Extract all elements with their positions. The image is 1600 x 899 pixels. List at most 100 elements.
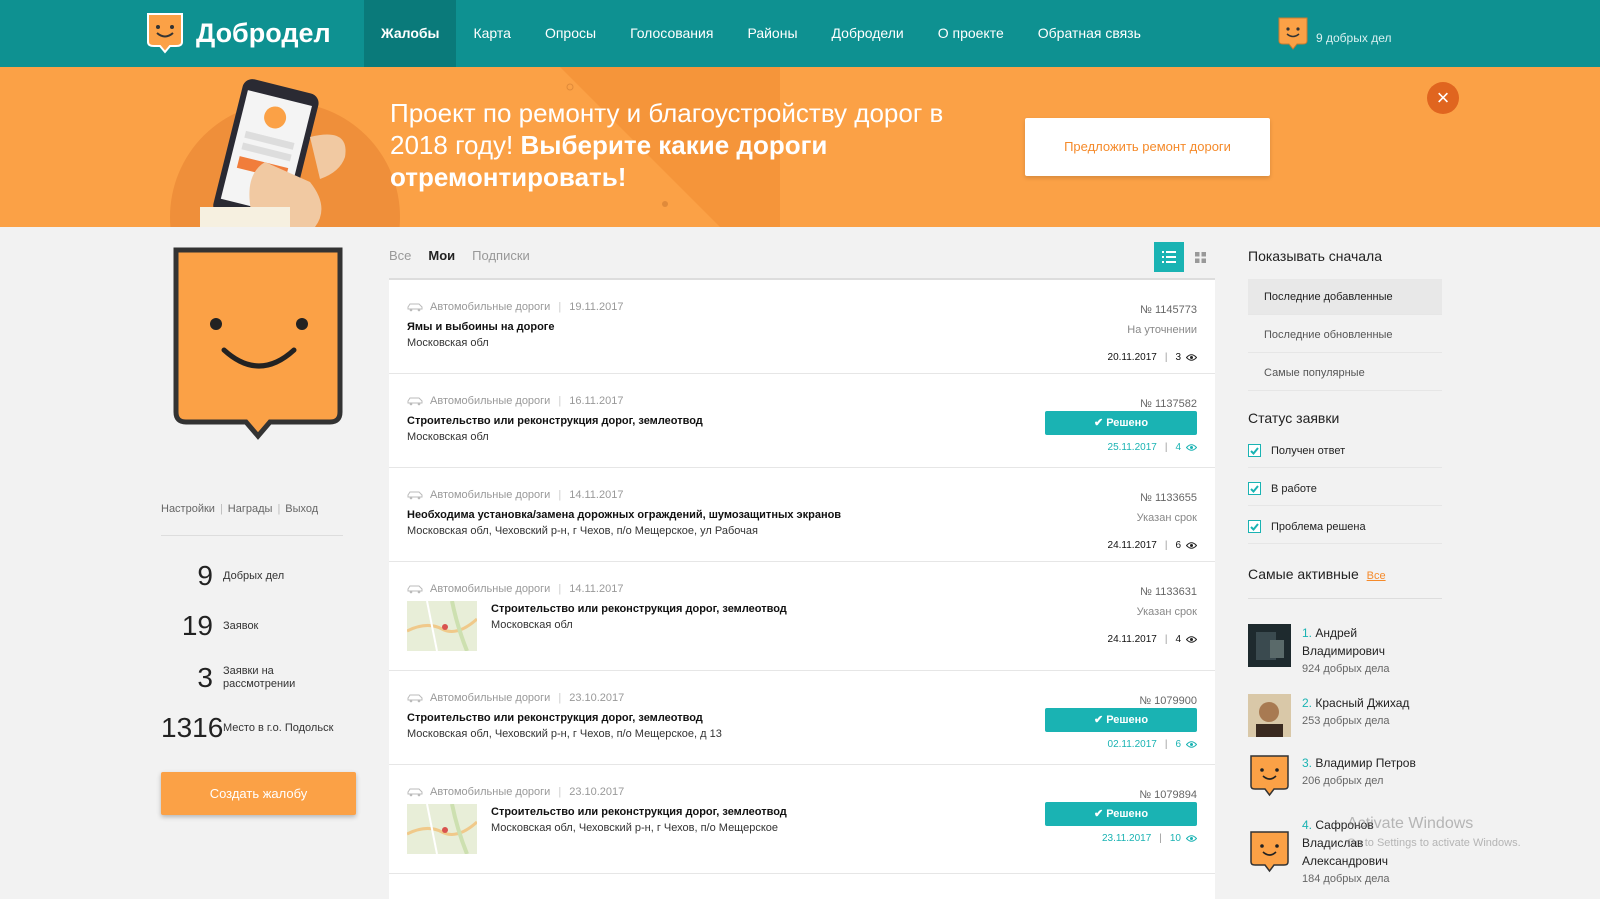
car-icon: [407, 397, 423, 405]
complaint-views: 4: [1175, 442, 1181, 453]
complaint-list: Автомобильные дороги | 19.11.2017 Ямы и выб…: [389, 280, 1215, 899]
complaint-address: Московская обл: [407, 337, 489, 349]
nav-dobrodely[interactable]: Добродели: [815, 0, 921, 67]
complaint-card[interactable]: Автомобильные дороги | 23.10.2017 Строитель…: [389, 671, 1215, 765]
create-complaint-button[interactable]: Создать жалобу: [161, 772, 356, 815]
complaint-card[interactable]: Автомобильные дороги | 14.11.2017 Строитель…: [389, 562, 1215, 671]
filter-in-progress[interactable]: В работе: [1248, 472, 1442, 506]
grid-view-button[interactable]: [1188, 242, 1212, 272]
settings-link[interactable]: Настройки: [161, 503, 215, 515]
stat-label: Заявок: [223, 619, 259, 632]
complaint-meta: 23.11.2017 | 10: [1102, 833, 1197, 844]
complaint-card[interactable]: Автомобильные дороги | 23.10.2017 Строитель…: [389, 765, 1215, 874]
nav-polls[interactable]: Опросы: [528, 0, 613, 67]
user-deeds-count: 924 добрых дела: [1302, 663, 1390, 675]
complaint-number: № 1079900: [1139, 695, 1197, 707]
complaint-category-row: Автомобильные дороги | 16.11.2017: [407, 395, 623, 407]
separator: |: [558, 692, 562, 704]
most-active-label: Самые активные: [1248, 566, 1359, 582]
complaint-card[interactable]: Автомобильные дороги | 16.11.2017 Строитель…: [389, 374, 1215, 468]
complaint-updated-date: 20.11.2017: [1107, 352, 1157, 363]
tab-subscriptions[interactable]: Подписки: [472, 248, 530, 263]
active-user[interactable]: 1. Андрей Владимирович 924 добрых дела: [1248, 624, 1432, 678]
most-active-all-link[interactable]: Все: [1367, 570, 1386, 582]
complaint-title[interactable]: Необходима установка/замена дорожных огр…: [407, 509, 841, 521]
complaint-card[interactable]: Автомобильные дороги | 14.11.2017 Необходим…: [389, 468, 1215, 562]
stat-number: 1316: [161, 712, 224, 743]
complaint-date: 16.11.2017: [569, 395, 624, 407]
top-header: Добродел Жалобы Карта Опросы Голосования…: [0, 0, 1600, 67]
complaint-title[interactable]: Строительство или реконструкция дорог, з…: [491, 806, 787, 818]
avatar: [1248, 624, 1291, 667]
tab-all[interactable]: Все: [389, 248, 411, 263]
status-badge-solved: ✔ Решено: [1045, 708, 1197, 732]
stat-number: 19: [181, 610, 213, 641]
car-icon: [407, 788, 423, 796]
separator: |: [558, 301, 562, 313]
checkbox-icon[interactable]: [1248, 520, 1261, 533]
sort-latest-updated[interactable]: Последние обновленные: [1248, 317, 1442, 353]
active-user[interactable]: 3. Владимир Петров 206 добрых дел: [1248, 754, 1416, 797]
complaint-card[interactable]: Автомобильные дороги | 19.11.2017 Ямы и выб…: [389, 280, 1215, 374]
separator: |: [1164, 739, 1168, 750]
eye-icon: [1186, 741, 1197, 748]
complaint-title[interactable]: Строительство или реконструкция дорог, з…: [407, 415, 703, 427]
user-deeds[interactable]: 9 добрых дел: [1278, 17, 1391, 51]
complaint-views: 10: [1169, 833, 1181, 844]
active-user-name: 1. Андрей Владимирович: [1302, 624, 1432, 660]
suggest-repair-button[interactable]: Предложить ремонт дороги: [1025, 118, 1270, 176]
complaint-category: Автомобильные дороги: [430, 489, 551, 501]
logout-link[interactable]: Выход: [285, 503, 318, 515]
grid-icon: [1194, 251, 1206, 263]
complaint-category: Автомобильные дороги: [430, 583, 551, 595]
complaint-views: 3: [1175, 352, 1181, 363]
complaint-number: № 1133631: [1140, 586, 1197, 598]
checkbox-icon[interactable]: [1248, 482, 1261, 495]
complaint-title[interactable]: Строительство или реконструкция дорог, з…: [491, 603, 787, 615]
sort-latest-added[interactable]: Последние добавленные: [1248, 279, 1442, 315]
nav-complaints[interactable]: Жалобы: [364, 0, 457, 67]
nav-map[interactable]: Карта: [456, 0, 527, 67]
complaint-updated-date: 02.11.2017: [1107, 739, 1157, 750]
list-view-button[interactable]: [1154, 242, 1184, 272]
separator: |: [558, 583, 562, 595]
complaint-category: Автомобильные дороги: [430, 301, 551, 313]
complaint-title[interactable]: Ямы и выбоины на дороге: [407, 321, 555, 333]
filter-label: Получен ответ: [1271, 444, 1346, 457]
filter-answer-received[interactable]: Получен ответ: [1248, 434, 1442, 468]
complaint-views: 6: [1175, 540, 1181, 551]
complaint-address: Московская обл, Чеховский р-н, г Чехов, …: [491, 822, 779, 834]
user-deeds-count: 206 добрых дел: [1302, 775, 1384, 787]
complaint-updated-date: 24.11.2017: [1107, 540, 1157, 551]
complaint-title[interactable]: Строительство или реконструкция дорог, з…: [407, 712, 703, 724]
complaint-category: Автомобильные дороги: [430, 786, 551, 798]
user-avatar-icon: [1278, 17, 1308, 50]
avatar: [1250, 755, 1289, 797]
close-banner-icon[interactable]: ×: [1427, 82, 1459, 114]
active-user[interactable]: 2. Красный Джихад 253 добрых дела: [1248, 694, 1409, 737]
nav-feedback[interactable]: Обратная связь: [1021, 0, 1158, 67]
stat-label: Добрых дел: [223, 569, 285, 582]
nav-districts[interactable]: Районы: [730, 0, 814, 67]
tab-mine[interactable]: Мои: [428, 248, 455, 263]
complaint-date: 14.11.2017: [569, 583, 624, 595]
complaint-map-thumbnail: [407, 804, 477, 854]
complaint-address: Московская обл, Чеховский р-н, г Чехов, …: [407, 728, 722, 740]
status-badge-solved: ✔ Решено: [1045, 411, 1197, 435]
filter-problem-solved[interactable]: Проблема решена: [1248, 510, 1442, 544]
stat-label: Заявки на рассмотрении: [223, 665, 296, 690]
status-badge-solved: ✔ Решено: [1045, 802, 1197, 826]
nav-about[interactable]: О проекте: [921, 0, 1021, 67]
active-user-info: 2. Красный Джихад 253 добрых дела: [1302, 694, 1409, 737]
complaint-map-thumbnail: [407, 601, 477, 651]
logo[interactable]: Добродел: [146, 12, 331, 54]
most-active-title: Самые активные Все: [1248, 566, 1386, 582]
separator: |: [1159, 833, 1162, 844]
nav-votes[interactable]: Голосования: [613, 0, 730, 67]
checkbox-icon[interactable]: [1248, 444, 1261, 457]
stat-rank: 1316 Место в г.о. Подольск: [161, 712, 333, 744]
sort-most-popular[interactable]: Самые популярные: [1248, 355, 1442, 391]
status-title: Статус заявки: [1248, 410, 1340, 426]
car-icon: [407, 303, 423, 311]
awards-link[interactable]: Награды: [228, 503, 273, 515]
